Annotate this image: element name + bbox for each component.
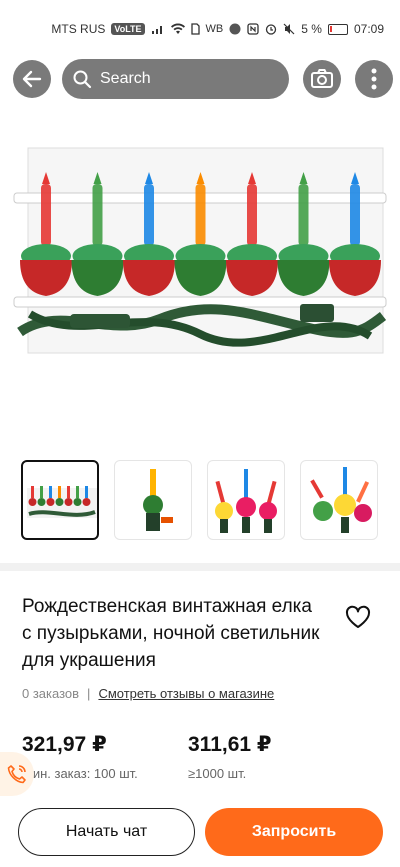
- bulb-tube: [41, 184, 51, 246]
- signal-icon: [151, 26, 162, 34]
- battery-percent: 5 %: [301, 22, 322, 36]
- phone-chat-icon: [7, 765, 26, 784]
- volte-badge: VoLTE: [111, 23, 145, 35]
- top-nav: Search: [0, 58, 400, 102]
- back-button[interactable]: [13, 60, 51, 98]
- price-value: 321,97 ₽: [22, 733, 107, 756]
- meta-separator: |: [87, 686, 91, 701]
- battery-icon: [327, 23, 348, 35]
- thumbnail-1[interactable]: [21, 460, 99, 540]
- price-value: 311,61 ₽: [188, 733, 272, 756]
- bulb-tube: [195, 184, 206, 246]
- product-meta: 0 заказов | Смотреть отзывы о магазине: [22, 686, 274, 701]
- product-image[interactable]: [0, 104, 400, 444]
- product-title: Рождественская винтажная елка с пузырька…: [22, 596, 320, 671]
- arrow-left-icon: [22, 70, 42, 88]
- search-placeholder: Search: [100, 70, 151, 87]
- product-photo: [13, 147, 387, 354]
- store-reviews-link[interactable]: Смотреть отзывы о магазине: [98, 686, 274, 701]
- nfc-icon: [247, 23, 259, 35]
- heart-icon: [345, 605, 371, 628]
- section-divider: [0, 563, 400, 571]
- more-options-button[interactable]: [355, 60, 393, 98]
- camera-icon: [311, 69, 333, 88]
- price-note: ≥1000 шт.: [188, 766, 247, 781]
- bulb-tube: [350, 184, 360, 246]
- price-note: Мин. заказ: 100 шт.: [22, 766, 138, 781]
- orders-count: 0 заказов: [22, 686, 80, 701]
- thumbnail-3[interactable]: [207, 460, 285, 540]
- more-vertical-icon: [371, 68, 377, 90]
- bulb-tube: [298, 184, 309, 246]
- bulb-tube: [92, 184, 103, 246]
- sim-icon: [190, 23, 200, 35]
- status-bar: MTS RUS VoLTE WB 5 % 07:09: [0, 0, 400, 58]
- favorite-button[interactable]: [344, 603, 372, 631]
- mute-icon: [283, 23, 295, 35]
- search-input[interactable]: Search: [62, 59, 289, 99]
- price-tier-1: 321,97 ₽ Мин. заказ: 100 шт.: [22, 732, 138, 781]
- request-button[interactable]: Запросить: [205, 808, 383, 856]
- dot-app-icon: [229, 23, 241, 35]
- thumbnail-2[interactable]: [114, 460, 192, 540]
- bulb-tube: [144, 184, 154, 246]
- wifi-icon: [170, 23, 185, 34]
- carrier-label: MTS RUS: [51, 22, 106, 36]
- thumbnail-strip: [0, 460, 400, 542]
- bulb-tube: [247, 184, 257, 246]
- wb-label: WB: [205, 23, 224, 35]
- search-icon: [73, 70, 92, 89]
- clock: 07:09: [353, 22, 384, 36]
- price-tier-2: 311,61 ₽ ≥1000 шт.: [188, 732, 272, 781]
- thumbnail-4[interactable]: [300, 460, 378, 540]
- start-chat-button[interactable]: Начать чат: [18, 808, 195, 856]
- camera-search-button[interactable]: [303, 60, 341, 98]
- alarm-icon: [266, 24, 277, 35]
